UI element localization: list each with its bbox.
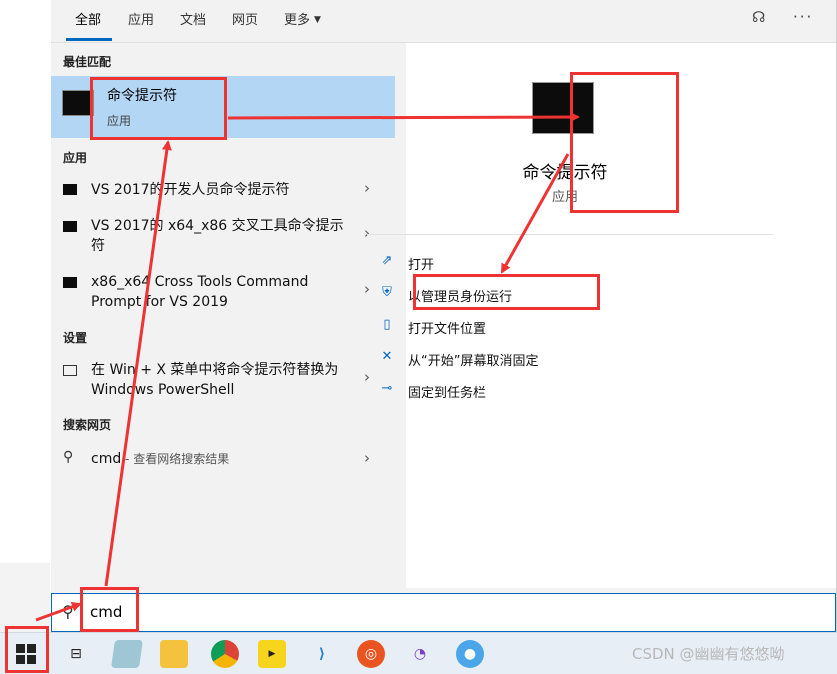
section-best-match: 最佳匹配: [63, 55, 112, 69]
chevron-right-icon[interactable]: ›: [364, 179, 370, 197]
video-player-icon[interactable]: ▶: [258, 640, 286, 668]
task-view-icon[interactable]: ⊟: [62, 640, 90, 668]
action-label: 打开文件位置: [408, 322, 487, 337]
feedback-icon[interactable]: ☊: [752, 8, 765, 26]
unpin-icon: ✕: [381, 349, 393, 364]
tab-documents[interactable]: 文档: [180, 9, 206, 28]
list-item[interactable]: VS 2017的开发人员命令提示符 ›: [51, 176, 395, 204]
web-search-item[interactable]: ⚲ cmd - 查看网络搜索结果 ›: [51, 447, 395, 473]
annotation-box-preview: [570, 72, 679, 213]
folder-icon: ▯: [383, 317, 391, 332]
web-query: cmd: [91, 451, 122, 467]
section-settings: 设置: [63, 331, 88, 345]
list-item-label: x86_x64 Cross Tools Command Prompt for V…: [91, 274, 309, 310]
chevron-right-icon[interactable]: ›: [364, 368, 370, 386]
chevron-right-icon[interactable]: ›: [364, 280, 370, 298]
list-item[interactable]: 在 Win + X 菜单中将命令提示符替换为 Windows PowerShel…: [51, 357, 395, 401]
section-web: 搜索网页: [63, 418, 112, 432]
vscode-icon[interactable]: ⟩: [308, 640, 336, 668]
chevron-right-icon[interactable]: ›: [364, 224, 370, 242]
search-icon: ⚲: [63, 449, 74, 465]
action-label: 固定到任务栏: [408, 386, 487, 401]
more-options-icon[interactable]: ···: [793, 8, 813, 26]
list-item-label: VS 2017的 x64_x86 交叉工具命令提示符: [91, 218, 344, 254]
tab-all[interactable]: 全部: [75, 9, 101, 28]
desktop-background: [0, 0, 50, 632]
pin-icon: ⊸: [381, 381, 393, 396]
tab-more-label: 更多: [284, 13, 311, 28]
settings-window-icon: [63, 365, 77, 376]
notepad-icon[interactable]: [111, 640, 143, 668]
file-explorer-icon[interactable]: [160, 640, 188, 668]
section-apps: 应用: [63, 151, 88, 165]
annotation-box-best-match: [90, 77, 227, 140]
annotation-box-start: [5, 626, 49, 673]
list-item-label: VS 2017的开发人员命令提示符: [91, 182, 290, 198]
search-tabs: 全部 应用 文档 网页 更多 ▼ ☊ ···: [51, 0, 836, 43]
desktop-strip: [0, 563, 50, 632]
watermark: CSDN @幽幽有悠悠呦: [632, 645, 785, 663]
terminal-icon: [63, 221, 77, 232]
chevron-down-icon: ▼: [314, 15, 321, 25]
terminal-icon: [63, 184, 77, 195]
search-icon: ⚲: [62, 602, 74, 621]
search-bar: ⚲ cmd: [51, 593, 836, 632]
list-item[interactable]: VS 2017的 x64_x86 交叉工具命令提示符 ›: [51, 213, 395, 257]
chevron-right-icon[interactable]: ›: [364, 449, 370, 467]
chrome-icon[interactable]: [211, 640, 239, 668]
tab-more[interactable]: 更多 ▼: [284, 9, 321, 28]
app-icon[interactable]: ◔: [406, 640, 434, 668]
terminal-icon: [63, 277, 77, 288]
annotation-box-run-as-admin: [413, 274, 600, 310]
list-item[interactable]: x86_x64 Cross Tools Command Prompt for V…: [51, 269, 395, 313]
active-tab-indicator: [66, 38, 112, 41]
shield-icon: ⛨: [382, 285, 392, 300]
browser-icon[interactable]: ●: [456, 640, 484, 668]
list-item-label: 在 Win + X 菜单中将命令提示符替换为 Windows PowerShel…: [91, 362, 339, 398]
ubuntu-icon[interactable]: ◎: [357, 640, 385, 668]
divider: [367, 234, 773, 235]
web-suffix: - 查看网络搜索结果: [121, 452, 230, 466]
tab-apps[interactable]: 应用: [128, 9, 154, 28]
action-label: 从“开始”屏幕取消固定: [408, 354, 539, 369]
open-icon: ⇗: [381, 253, 393, 268]
action-label: 打开: [408, 258, 435, 273]
annotation-box-search: [80, 587, 139, 632]
tab-web[interactable]: 网页: [232, 9, 258, 28]
